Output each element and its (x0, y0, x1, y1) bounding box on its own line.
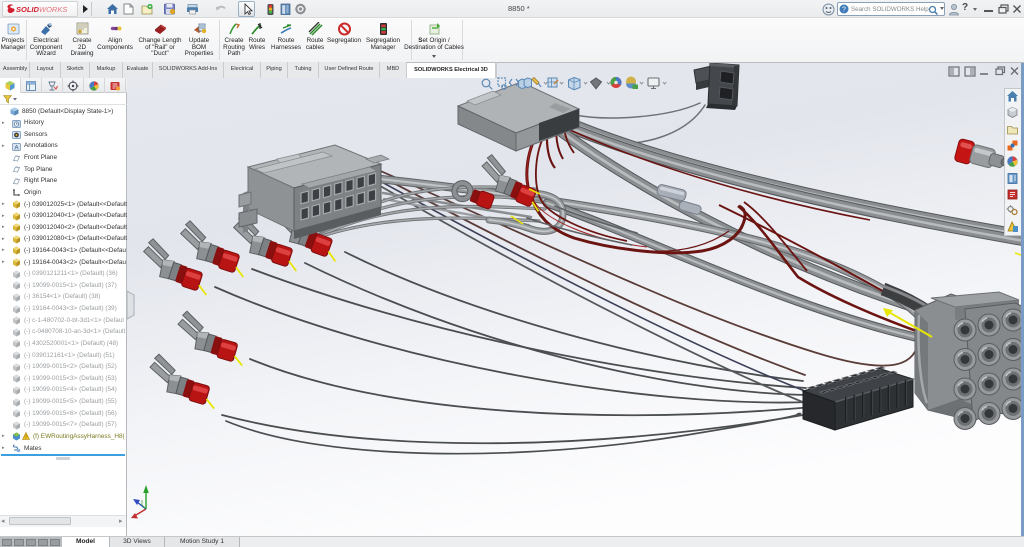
svg-text:?: ? (842, 7, 846, 14)
svg-text:SOLID: SOLID (16, 5, 40, 14)
svg-text:WORKS: WORKS (39, 5, 67, 14)
svg-text:A: A (14, 145, 18, 151)
